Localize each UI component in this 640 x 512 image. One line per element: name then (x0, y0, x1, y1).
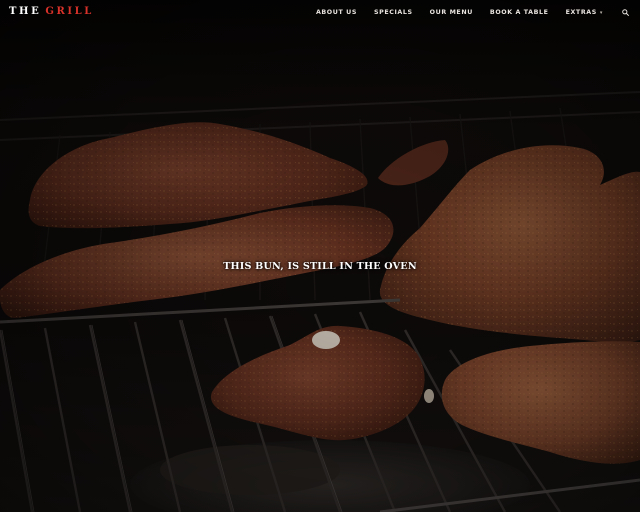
logo-text-grill: GRILL (45, 6, 94, 17)
nav-item-specials[interactable]: SPECIALS (374, 9, 413, 16)
hero-background-image (0, 0, 640, 512)
nav-item-extras-label: EXTRAS (565, 8, 597, 16)
nav-item-our-menu[interactable]: OUR MENU (430, 9, 473, 16)
chevron-down-icon: ▾ (599, 9, 603, 16)
nav-item-book-a-table[interactable]: BOOK A TABLE (490, 9, 549, 16)
main-nav: ABOUT US SPECIALS OUR MENU BOOK A TABLE … (316, 0, 640, 24)
logo-text-the: THE (9, 6, 42, 17)
page: THE GRILL ABOUT US SPECIALS OUR MENU BOOK… (0, 0, 640, 512)
nav-item-extras[interactable]: EXTRAS ▾ (566, 9, 603, 16)
search-icon[interactable] (621, 8, 629, 16)
site-header: THE GRILL ABOUT US SPECIALS OUR MENU BOOK… (0, 0, 640, 24)
nav-item-about-us[interactable]: ABOUT US (316, 9, 357, 16)
hero-caption: THIS BUN, IS STILL IN THE OVEN (223, 261, 417, 272)
site-logo[interactable]: THE GRILL (9, 5, 94, 19)
